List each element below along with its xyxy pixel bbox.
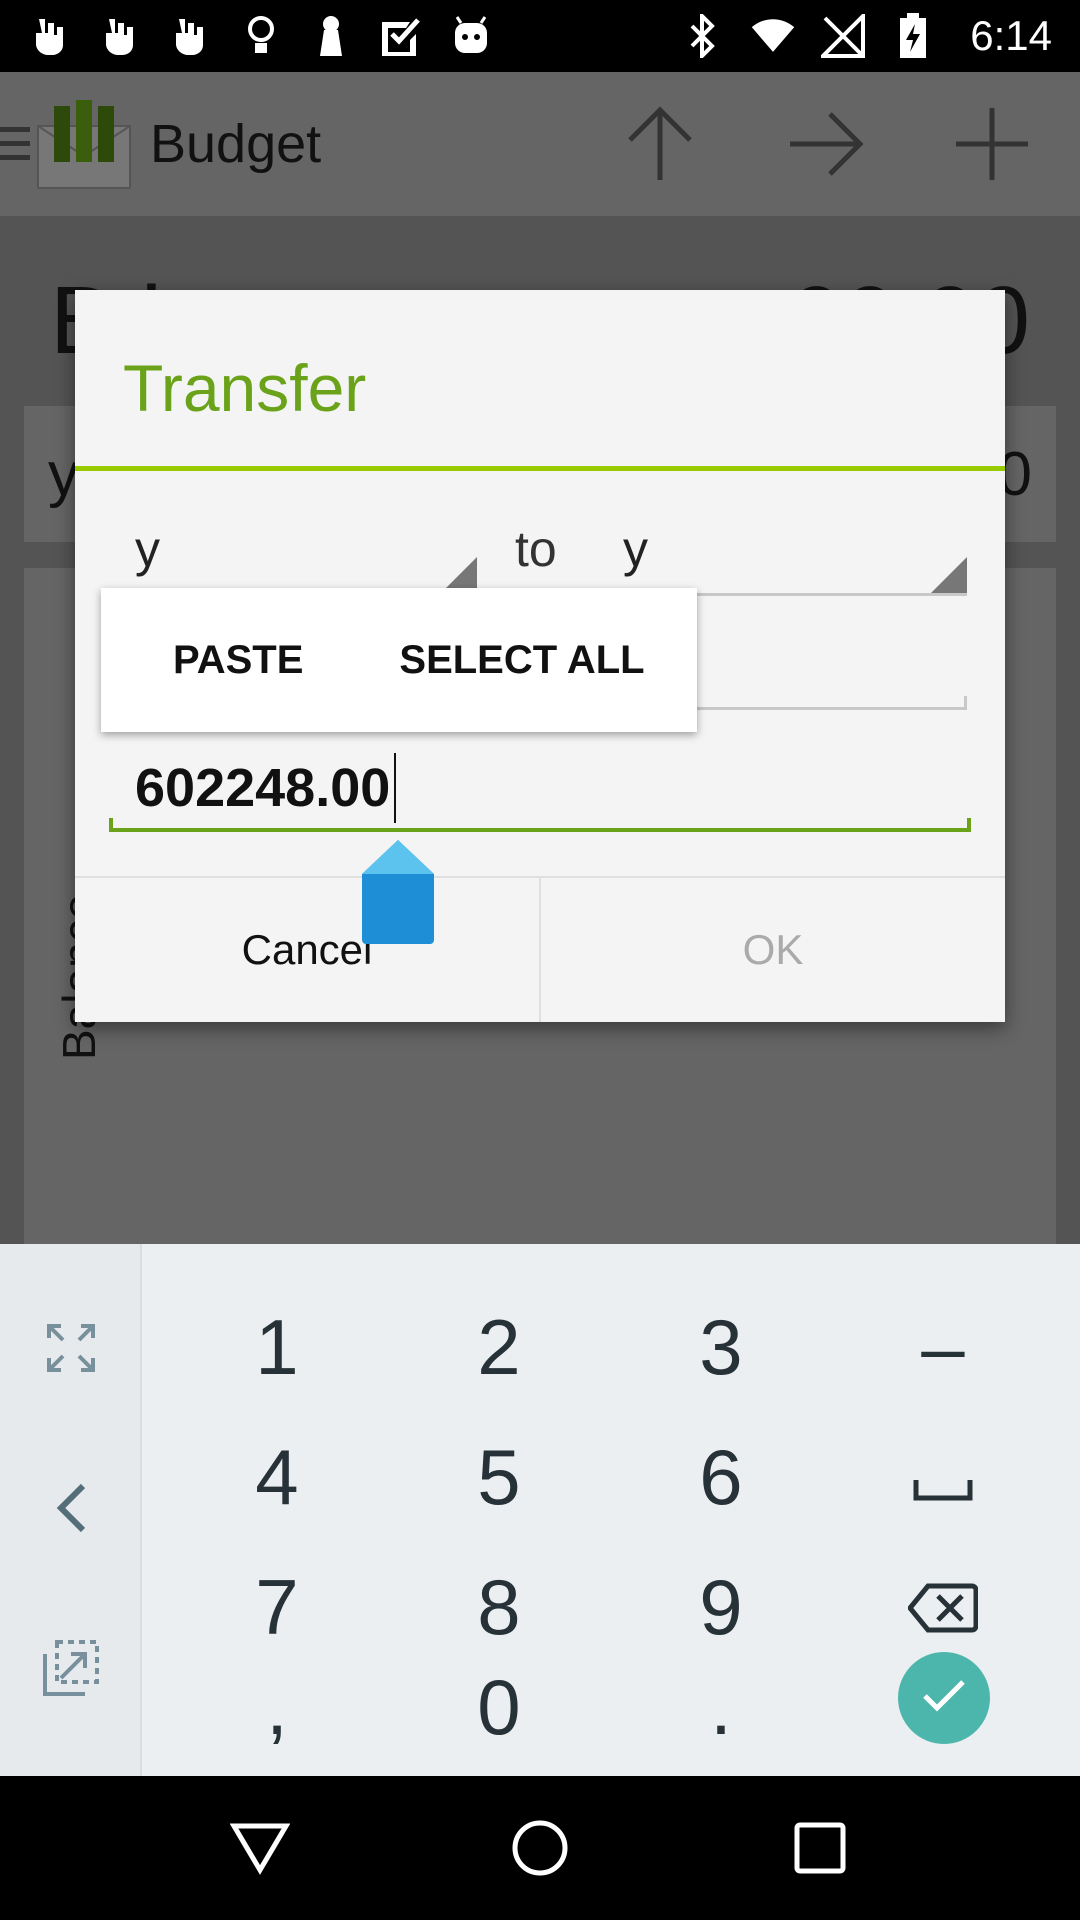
- to-account-spinner[interactable]: y: [623, 520, 967, 596]
- status-left-icons: [28, 13, 494, 59]
- key-space[interactable]: [832, 1412, 1054, 1542]
- app-actions: [602, 86, 1080, 202]
- space-bar-icon: [912, 1432, 974, 1523]
- bluetooth-icon: [680, 13, 726, 59]
- app-bar: Budget: [0, 72, 1080, 216]
- amount-input[interactable]: 602248.00: [109, 750, 971, 832]
- select-all-button[interactable]: SELECT ALL: [399, 638, 644, 683]
- keyboard-side-panel: [0, 1244, 142, 1776]
- app-title: Budget: [150, 114, 322, 174]
- dialog-buttons: Cancel OK: [75, 876, 1005, 1022]
- recents-button[interactable]: [780, 1808, 860, 1888]
- bulb-icon: [238, 13, 284, 59]
- ok-button[interactable]: OK: [541, 878, 1005, 1022]
- pin-icon: [308, 13, 354, 59]
- checkmark-icon: [921, 1678, 967, 1719]
- paste-button[interactable]: PASTE: [173, 638, 303, 683]
- text-selection-handle[interactable]: [360, 838, 436, 946]
- right-arrow-icon[interactable]: [768, 86, 884, 202]
- battery-charging-icon: [890, 13, 936, 59]
- dialog-title-divider: [75, 466, 1005, 471]
- floating-keyboard-key[interactable]: [0, 1590, 142, 1750]
- status-time: 6:14: [970, 12, 1052, 59]
- numeric-keyboard: 1 2 3 – 4 5 6 7 8 9 , 0 .: [0, 1244, 1080, 1776]
- key-0[interactable]: 0: [388, 1642, 610, 1772]
- up-arrow-icon[interactable]: [602, 86, 718, 202]
- key-period[interactable]: .: [610, 1642, 832, 1772]
- key-3[interactable]: 3: [610, 1282, 832, 1412]
- back-key[interactable]: [0, 1430, 142, 1590]
- key-1[interactable]: 1: [166, 1282, 388, 1412]
- budget-logo-icon: [36, 96, 136, 192]
- check-icon: [378, 13, 424, 59]
- wifi-icon: [750, 13, 796, 59]
- key-comma[interactable]: ,: [166, 1642, 388, 1772]
- text-selection-popup: PASTE SELECT ALL: [101, 588, 697, 732]
- dialog-title: Transfer: [123, 351, 367, 425]
- hand-icon: [28, 13, 74, 59]
- key-6[interactable]: 6: [610, 1412, 832, 1542]
- key-2[interactable]: 2: [388, 1282, 610, 1412]
- status-right-icons: 6:14: [680, 12, 1052, 60]
- amount-value: 602248.00: [135, 750, 397, 826]
- key-5[interactable]: 5: [388, 1412, 610, 1542]
- navigation-bar: [0, 1776, 1080, 1920]
- open-external-icon: [41, 1638, 101, 1703]
- backspace-icon: [906, 1562, 979, 1653]
- dropdown-triangle-icon: [931, 557, 967, 593]
- to-label: to: [515, 521, 557, 577]
- to-account-value: y: [623, 521, 648, 577]
- key-minus[interactable]: –: [832, 1282, 1054, 1412]
- text-caret: [394, 753, 397, 823]
- done-button[interactable]: [898, 1652, 990, 1744]
- cancel-button[interactable]: Cancel: [75, 878, 541, 1022]
- from-account-value: y: [135, 521, 160, 577]
- back-button[interactable]: [220, 1808, 300, 1888]
- status-bar: 6:14: [0, 0, 1080, 72]
- drawer-menu-icon[interactable]: [0, 119, 36, 169]
- from-account-spinner[interactable]: y: [135, 520, 477, 596]
- expand-icon: [45, 1322, 97, 1379]
- android-icon: [448, 13, 494, 59]
- chevron-left-icon: [51, 1482, 91, 1539]
- fullscreen-key[interactable]: [0, 1270, 142, 1430]
- no-signal-icon: [820, 13, 866, 59]
- hand-icon: [168, 13, 214, 59]
- plus-icon[interactable]: [934, 86, 1050, 202]
- hand-icon: [98, 13, 144, 59]
- home-button[interactable]: [500, 1808, 580, 1888]
- key-4[interactable]: 4: [166, 1412, 388, 1542]
